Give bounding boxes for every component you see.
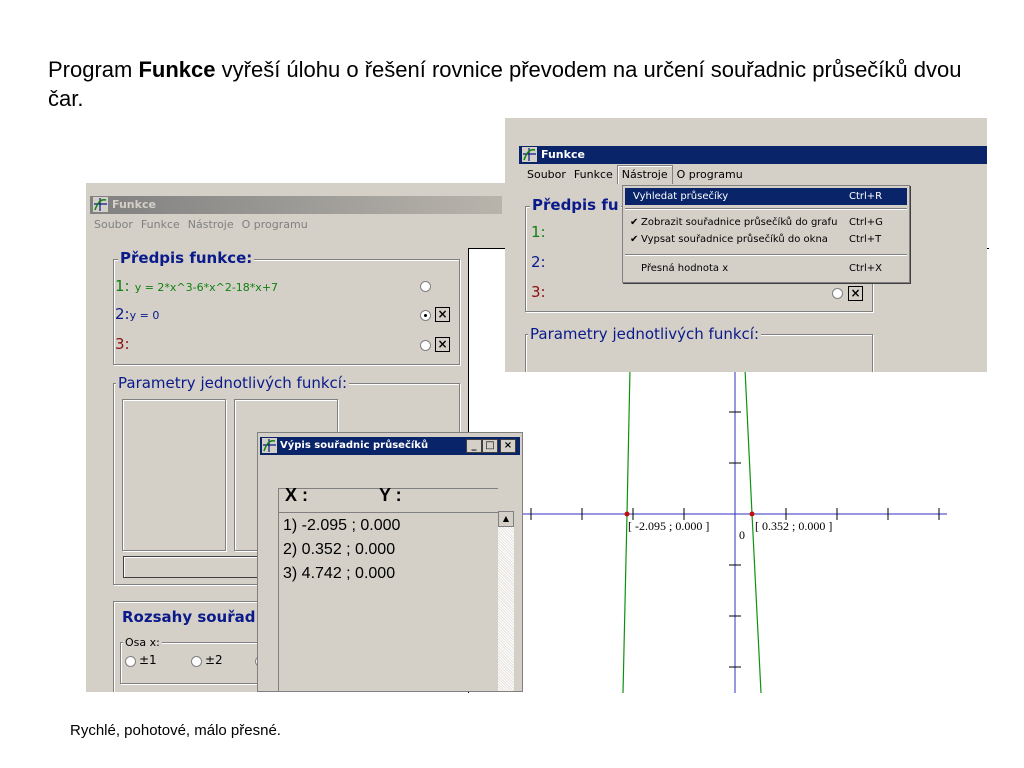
column-x-header: X : <box>285 485 309 505</box>
func2-number: 2: <box>115 305 130 323</box>
main-menubar: Soubor Funkce Nástroje O programu <box>90 216 502 234</box>
menu-item-shortcut: Ctrl+X <box>849 263 883 274</box>
menu-separator <box>625 208 907 210</box>
func2-clear-button[interactable]: × <box>435 307 450 322</box>
range-pm1-radio[interactable] <box>125 656 136 667</box>
func3-radio[interactable] <box>420 340 431 351</box>
func1-expression: y = 2*x^3-6*x^2-18*x+7 <box>134 281 279 294</box>
menu-soubor[interactable]: Soubor <box>90 216 137 234</box>
menu-soubor[interactable]: Soubor <box>523 166 570 184</box>
param-box-1 <box>122 399 226 551</box>
intersection-point-2 <box>749 511 755 517</box>
front-window-titlebar[interactable]: Funkce <box>519 146 987 164</box>
func3-clear-button[interactable]: × <box>435 337 450 352</box>
menu-item-shortcut: Ctrl+T <box>849 234 882 245</box>
menu-o-programu[interactable]: O programu <box>673 166 747 184</box>
menu-item-label: Zobrazit souřadnice průsečíků do grafu <box>641 217 838 228</box>
formula-group: Předpis funkce: 1: y = 2*x^3-6*x^2-18*x+… <box>113 249 460 365</box>
coordinates-list[interactable]: X : Y : 1) -2.095 ; 0.000 2) 0.352 ; 0.0… <box>278 485 498 691</box>
coordinates-window-title: Výpis souřadnic průsečíků <box>280 440 429 451</box>
formula-group-title: Předpis funkce: <box>118 249 255 267</box>
main-window-titlebar[interactable]: Funkce <box>90 196 502 214</box>
ranges-group-title: Rozsahy souřad <box>122 608 256 626</box>
list-item: 2) 0.352 ; 0.000 <box>283 541 396 558</box>
axis-x-label: Osa x: <box>123 636 162 649</box>
slide-heading: Program Funkce vyřeší úlohu o řešení rov… <box>48 55 988 113</box>
func1-radio[interactable] <box>420 281 431 292</box>
menu-nastroje[interactable]: Nástroje <box>184 216 238 234</box>
heading-program-name: Funkce <box>138 57 216 82</box>
menu-item-exact-x[interactable]: Přesná hodnota x Ctrl+X <box>625 260 907 277</box>
menu-item-label: Přesná hodnota x <box>641 263 729 274</box>
main-window-title: Funkce <box>112 198 156 211</box>
menu-item-show-in-graph[interactable]: ✔ Zobrazit souřadnice průsečíků do grafu C… <box>625 214 907 231</box>
front-func2-number: 2: <box>531 253 546 271</box>
intersection-point-1 <box>624 511 630 517</box>
menu-item-find-intersections[interactable]: Vyhledat průsečíky Ctrl+R <box>625 188 907 205</box>
menu-separator <box>625 254 907 256</box>
coordinates-window: Výpis souřadnic průsečíků _ □ × X : Y : … <box>257 432 523 692</box>
func3-row: 3: <box>115 334 130 353</box>
func2-expression: y = 0 <box>129 309 160 322</box>
origin-label: 0 <box>739 528 745 542</box>
range-pm1-label: ±1 <box>139 653 157 667</box>
front-formula-group-title: Předpis fu <box>530 196 621 214</box>
front-params-group: Parametry jednotlivých funkcí: <box>525 325 873 372</box>
front-func3-clear-button[interactable]: × <box>848 286 863 301</box>
menu-funkce[interactable]: Funkce <box>570 166 617 184</box>
func1-number: 1: <box>115 277 130 295</box>
intersection-label-2: [ 0.352 ; 0.000 ] <box>755 519 832 533</box>
scroll-up-icon[interactable]: ▲ <box>498 511 514 527</box>
slide-caption: Rychlé, pohotové, málo přesné. <box>70 722 281 739</box>
heading-text-start: Program <box>48 57 139 82</box>
minimize-button[interactable]: _ <box>466 439 482 453</box>
menu-item-label: Vyhledat průsečíky <box>633 191 729 202</box>
check-icon: ✔ <box>630 217 639 228</box>
menu-item-shortcut: Ctrl+G <box>849 217 883 228</box>
app-icon <box>93 197 108 212</box>
func3-number: 3: <box>115 335 130 353</box>
menu-funkce[interactable]: Funkce <box>137 216 184 234</box>
front-func1-number: 1: <box>531 223 546 241</box>
menu-item-shortcut: Ctrl+R <box>849 191 883 202</box>
check-icon: ✔ <box>630 234 639 245</box>
front-func3-number: 3: <box>531 283 546 301</box>
menu-nastroje[interactable]: Nástroje <box>616 165 673 184</box>
menu-o-programu[interactable]: O programu <box>238 216 312 234</box>
func2-radio[interactable] <box>420 310 431 321</box>
maximize-button[interactable]: □ <box>482 439 498 453</box>
front-func3-radio[interactable] <box>832 288 843 299</box>
tools-menu-dropdown: Vyhledat průsečíky Ctrl+R ✔ Zobrazit souřa… <box>622 185 910 283</box>
close-button[interactable]: × <box>500 439 516 453</box>
front-params-group-title: Parametry jednotlivých funkcí: <box>528 325 761 343</box>
menu-item-label: Vypsat souřadnice průsečíků do okna <box>641 234 828 245</box>
column-y-header: Y : <box>379 485 402 505</box>
list-item: 1) -2.095 ; 0.000 <box>283 517 401 534</box>
params-group-title: Parametry jednotlivých funkcí: <box>116 374 349 392</box>
app-icon <box>522 147 537 162</box>
intersection-label-1: [ -2.095 ; 0.000 ] <box>628 519 709 533</box>
range-pm2-radio[interactable] <box>191 656 202 667</box>
func2-row: 2:y = 0 <box>115 304 159 323</box>
vertical-scrollbar[interactable]: ▲ <box>498 511 514 691</box>
front-window-title: Funkce <box>541 148 585 161</box>
list-divider <box>279 512 498 513</box>
front-menubar: Soubor Funkce Nástroje O programu <box>523 165 987 184</box>
range-pm2-label: ±2 <box>205 653 223 667</box>
app-icon <box>262 438 277 453</box>
coordinates-window-titlebar[interactable]: Výpis souřadnic průsečíků _ □ × <box>260 437 520 455</box>
list-item: 3) 4.742 ; 0.000 <box>283 565 396 582</box>
func1-row: 1: y = 2*x^3-6*x^2-18*x+7 <box>115 276 278 295</box>
menu-item-list-in-window[interactable]: ✔ Vypsat souřadnice průsečíků do okna Ctrl… <box>625 231 907 248</box>
